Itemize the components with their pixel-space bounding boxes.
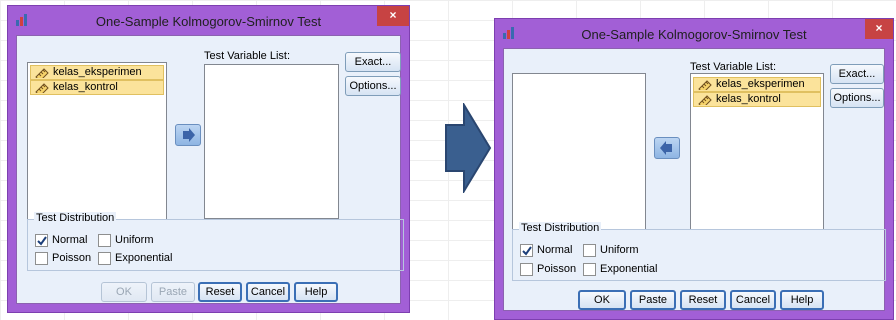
test-distribution-group: Test Distribution Normal Uniform Poisson… — [512, 222, 886, 281]
list-item[interactable]: kelas_kontrol — [30, 80, 164, 95]
reset-button[interactable]: Reset — [680, 290, 726, 310]
options-button[interactable]: Options... — [830, 88, 884, 108]
dialog-after: One-Sample Kolmogorov-Smirnov Test × Tes… — [494, 18, 894, 320]
ruler-icon — [698, 80, 712, 90]
paste-button[interactable]: Paste — [630, 290, 676, 310]
group-label: Test Distribution — [34, 212, 117, 224]
poisson-label: Poisson — [52, 252, 92, 264]
dialog-client: Test Variable List: kelas_eksperimen kel… — [503, 48, 886, 311]
exact-button[interactable]: Exact... — [830, 64, 884, 84]
ok-button[interactable]: OK — [578, 290, 626, 310]
test-distribution-group: Test Distribution Normal Uniform Poisson… — [27, 212, 404, 271]
test-variable-list[interactable] — [204, 64, 339, 219]
source-variable-list[interactable]: kelas_eksperimen kelas_kontrol — [27, 62, 167, 220]
exponential-checkbox[interactable] — [98, 252, 111, 265]
close-button[interactable]: × — [865, 19, 893, 39]
ruler-icon — [698, 95, 712, 105]
exponential-checkbox[interactable] — [583, 263, 596, 276]
help-button[interactable]: Help — [780, 290, 824, 310]
variable-name: kelas_kontrol — [53, 81, 118, 93]
test-variable-list[interactable]: kelas_eksperimen kelas_kontrol — [690, 73, 824, 230]
uniform-checkbox[interactable] — [98, 234, 111, 247]
transition-arrow-icon — [445, 103, 492, 193]
poisson-checkbox[interactable] — [520, 263, 533, 276]
exponential-label: Exponential — [600, 263, 658, 275]
dialog-title: One-Sample Kolmogorov-Smirnov Test — [95, 14, 322, 29]
list-item[interactable]: kelas_eksperimen — [30, 65, 164, 80]
arrow-left-icon — [660, 141, 672, 155]
ok-button[interactable]: OK — [101, 282, 147, 302]
dialog-before: One-Sample Kolmogorov-Smirnov Test × kel… — [7, 5, 410, 313]
options-button[interactable]: Options... — [345, 76, 401, 96]
close-button[interactable]: × — [377, 6, 409, 26]
move-left-button[interactable] — [654, 137, 680, 159]
poisson-label: Poisson — [537, 263, 577, 275]
normal-label: Normal — [537, 244, 573, 256]
ruler-icon — [35, 83, 49, 93]
normal-checkbox[interactable] — [35, 234, 48, 247]
uniform-label: Uniform — [600, 244, 639, 256]
list-item[interactable]: kelas_kontrol — [693, 92, 821, 107]
variable-name: kelas_kontrol — [716, 93, 781, 105]
list-item[interactable]: kelas_eksperimen — [693, 77, 821, 92]
variable-name: kelas_eksperimen — [716, 78, 805, 90]
title-bar: One-Sample Kolmogorov-Smirnov Test × — [495, 19, 893, 48]
uniform-checkbox[interactable] — [583, 244, 596, 257]
exponential-label: Exponential — [115, 252, 173, 264]
cancel-button[interactable]: Cancel — [246, 282, 290, 302]
normal-label: Normal — [52, 234, 88, 246]
paste-button[interactable]: Paste — [151, 282, 195, 302]
arrow-right-icon — [183, 128, 195, 142]
source-variable-list[interactable] — [512, 73, 646, 230]
dialog-client: kelas_eksperimen kelas_kontrol Test Vari… — [16, 35, 404, 304]
dialog-title: One-Sample Kolmogorov-Smirnov Test — [581, 27, 807, 42]
test-variable-list-label: Test Variable List: — [690, 61, 777, 73]
variable-name: kelas_eksperimen — [53, 66, 142, 78]
poisson-checkbox[interactable] — [35, 252, 48, 265]
help-button[interactable]: Help — [294, 282, 338, 302]
cancel-button[interactable]: Cancel — [730, 290, 776, 310]
uniform-label: Uniform — [115, 234, 154, 246]
check-icon — [37, 236, 47, 246]
title-bar: One-Sample Kolmogorov-Smirnov Test × — [8, 6, 409, 35]
reset-button[interactable]: Reset — [198, 282, 242, 302]
check-icon — [522, 246, 532, 256]
group-label: Test Distribution — [519, 222, 602, 234]
test-variable-list-label: Test Variable List: — [204, 50, 291, 62]
exact-button[interactable]: Exact... — [345, 52, 401, 72]
ruler-icon — [35, 68, 49, 78]
normal-checkbox[interactable] — [520, 244, 533, 257]
move-right-button[interactable] — [175, 124, 201, 146]
